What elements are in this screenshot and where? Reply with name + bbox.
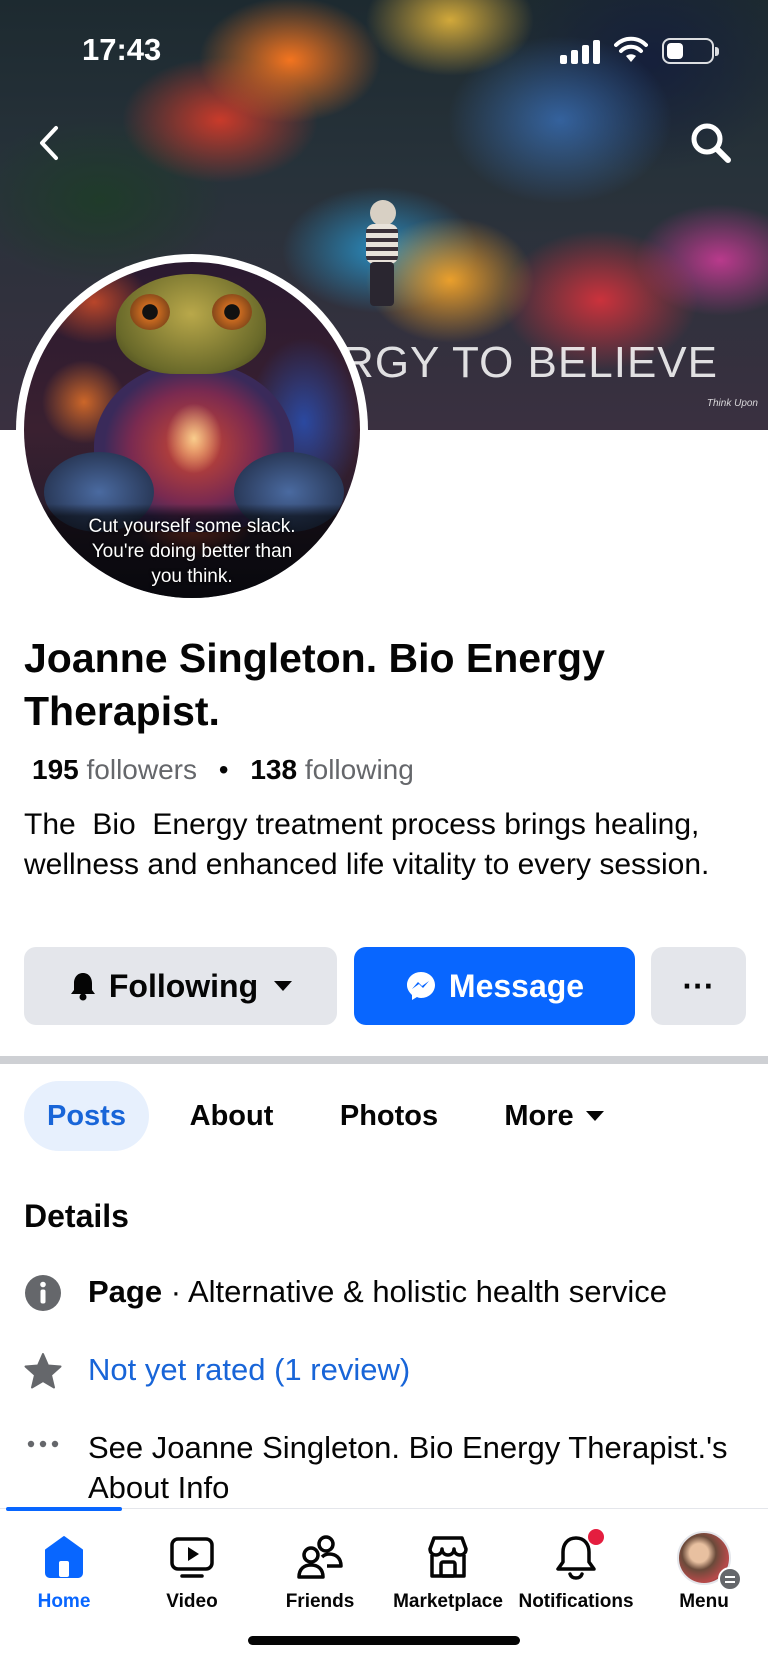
profile-avatar[interactable]: Cut yourself some slack. You're doing be… <box>16 254 368 606</box>
cover-figure <box>362 200 402 310</box>
following-button-label: Following <box>108 967 259 1004</box>
status-time: 17:43 <box>82 32 162 67</box>
profile-name: Joanne Singleton. Bio Energy Therapist. <box>24 635 605 734</box>
cover-watermark: Think Upon <box>706 398 758 409</box>
more-dots-icon: ··· <box>682 967 715 1004</box>
active-tab-indicator <box>6 1507 122 1511</box>
following-button[interactable]: Following <box>24 947 337 1025</box>
message-button-label: Message <box>448 967 585 1004</box>
nav-video[interactable]: Video <box>128 1523 256 1623</box>
nav-menu[interactable]: Menu <box>640 1523 768 1623</box>
back-arrow-icon[interactable] <box>30 118 70 168</box>
info-icon <box>25 1275 61 1311</box>
followers-label[interactable]: followers <box>87 754 197 785</box>
marketplace-icon <box>428 1536 468 1578</box>
separator-dot: • <box>218 754 229 785</box>
battery-icon <box>662 38 719 64</box>
tab-more[interactable]: More <box>489 1081 619 1151</box>
wifi-icon <box>614 36 648 62</box>
nav-notifications[interactable]: Notifications <box>512 1523 640 1623</box>
home-indicator <box>248 1636 520 1645</box>
nav-home-label: Home <box>37 1591 91 1612</box>
about-info-link[interactable]: See Joanne Singleton. Bio Energy Therapi… <box>88 1428 738 1508</box>
following-label[interactable]: following <box>305 754 414 785</box>
details-heading: Details <box>24 1198 129 1234</box>
messenger-icon <box>405 970 437 1002</box>
section-divider <box>0 1056 768 1064</box>
nav-friends-label: Friends <box>285 1591 355 1612</box>
tab-more-label: More <box>504 1099 574 1132</box>
chevron-down-icon <box>585 1111 604 1121</box>
nav-home[interactable]: Home <box>0 1523 128 1623</box>
following-count: 138 <box>250 754 298 785</box>
avatar-quote-text: Cut yourself some slack. You're doing be… <box>24 504 360 598</box>
page-label: Page <box>88 1274 163 1309</box>
nav-marketplace-label: Marketplace <box>393 1591 503 1612</box>
bell-icon <box>69 971 97 1001</box>
notification-badge <box>588 1529 604 1545</box>
detail-about-info[interactable]: See Joanne Singleton. Bio Energy Therapi… <box>24 1428 744 1512</box>
signal-icon <box>560 40 602 64</box>
nav-menu-label: Menu <box>679 1591 729 1612</box>
menu-hamburger-icon <box>718 1567 742 1591</box>
profile-tabs: Posts About Photos More <box>24 1081 744 1151</box>
page-category: · Alternative & holistic health service <box>162 1274 667 1309</box>
profile-actions: Following Message ··· <box>24 947 746 1025</box>
rating-link[interactable]: Not yet rated (1 review) <box>88 1350 738 1390</box>
friends-icon <box>297 1535 343 1579</box>
follow-stats: 195 followers • 138 following <box>32 754 414 786</box>
cover-text: RGY TO BELIEVE <box>342 338 718 387</box>
message-button[interactable]: Message <box>354 947 635 1025</box>
ellipsis-icon <box>27 1440 59 1448</box>
profile-bio: The Bio Energy treatment process brings … <box>24 808 710 881</box>
chevron-down-icon <box>274 981 293 991</box>
home-icon <box>45 1536 83 1578</box>
status-bar: 17:43 <box>0 0 768 100</box>
tab-posts[interactable]: Posts <box>24 1081 149 1151</box>
nav-friends[interactable]: Friends <box>256 1523 384 1623</box>
nav-marketplace[interactable]: Marketplace <box>384 1523 512 1623</box>
search-icon[interactable] <box>686 118 736 168</box>
video-icon <box>170 1537 214 1578</box>
avatar-image: Cut yourself some slack. You're doing be… <box>24 262 360 598</box>
star-icon <box>24 1353 62 1389</box>
more-options-button[interactable]: ··· <box>651 947 746 1025</box>
tab-about[interactable]: About <box>174 1081 289 1151</box>
tab-photos[interactable]: Photos <box>324 1081 454 1151</box>
nav-video-label: Video <box>166 1591 218 1612</box>
nav-notifications-label: Notifications <box>518 1591 634 1612</box>
followers-count: 195 <box>32 754 79 785</box>
